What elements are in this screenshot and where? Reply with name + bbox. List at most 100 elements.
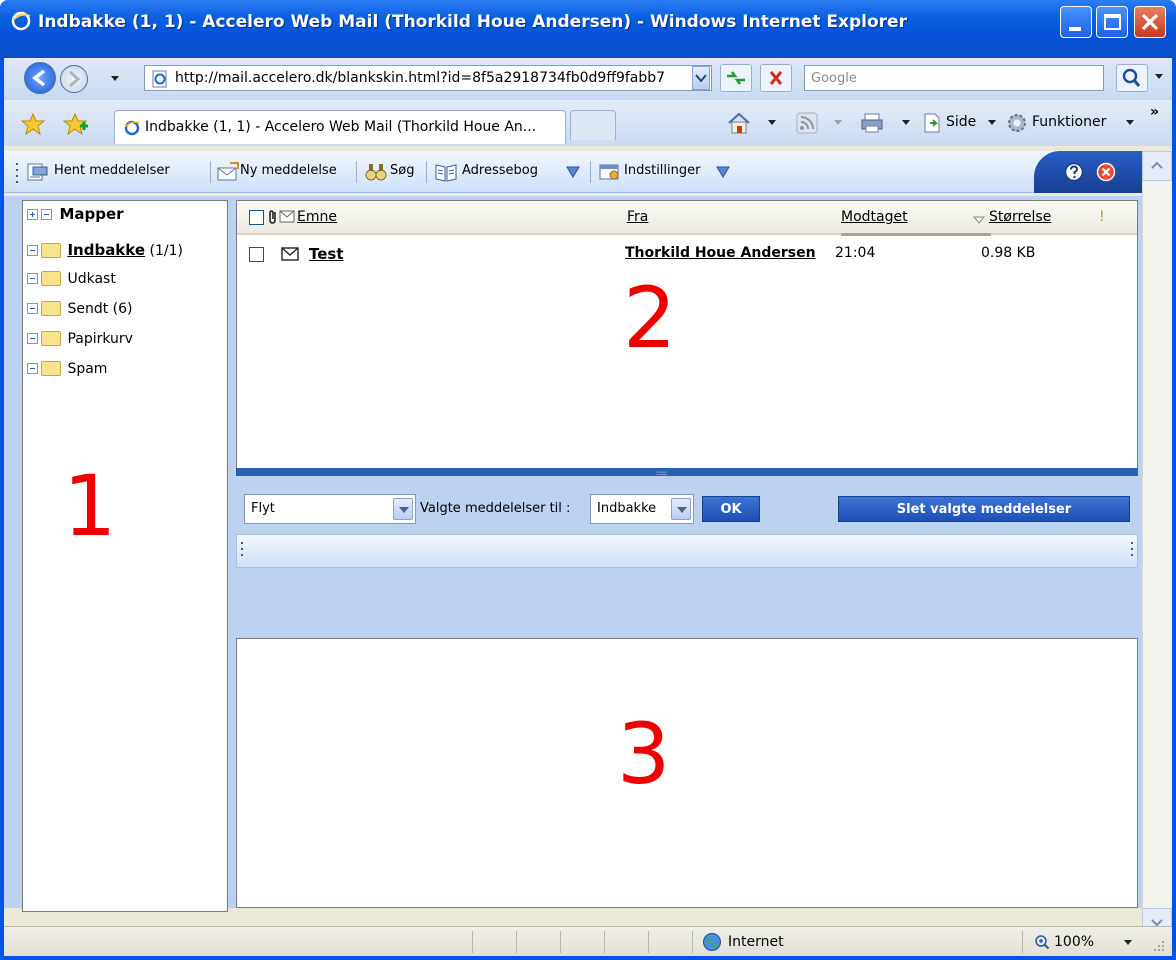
print-dropdown-icon[interactable]: [902, 120, 910, 126]
settings-dropdown-icon[interactable]: [716, 165, 730, 179]
add-favorites-icon[interactable]: [62, 112, 88, 136]
tree-toggle-icon[interactable]: [27, 273, 38, 284]
refresh-icon: [727, 71, 745, 85]
feeds-icon[interactable]: [796, 112, 818, 134]
search-button[interactable]: [1116, 64, 1148, 92]
home-dropdown-icon[interactable]: [768, 120, 776, 126]
close-button[interactable]: [1134, 6, 1166, 38]
history-dropdown-icon[interactable]: [110, 75, 120, 83]
search-field[interactable]: Google: [804, 65, 1104, 91]
status-divider: [560, 931, 561, 953]
favorites-star-icon[interactable]: [20, 112, 46, 136]
folder-item-sent[interactable]: Sendt (6): [27, 301, 132, 317]
back-button[interactable]: [24, 62, 56, 94]
tree-toggle-icon[interactable]: [27, 333, 38, 344]
tab-row: Indbakke (1, 1) - Accelero Web Mail (Tho…: [4, 100, 1172, 146]
tab-inbox[interactable]: Indbakke (1, 1) - Accelero Web Mail (Tho…: [114, 110, 566, 144]
maximize-button[interactable]: [1096, 6, 1128, 38]
get-messages-label: Hent meddelelser: [54, 163, 170, 178]
page-menu-icon: [924, 113, 940, 133]
search-icon: [1122, 68, 1141, 87]
page-scrollbar[interactable]: [1142, 181, 1172, 908]
address-book-dropdown-icon[interactable]: [566, 165, 580, 179]
folder-item-trash[interactable]: Papirkurv: [27, 331, 133, 347]
security-zone: Internet: [728, 934, 784, 950]
search-placeholder: Google: [811, 71, 857, 86]
folder-item-spam[interactable]: Spam: [27, 361, 107, 377]
scroll-up-button[interactable]: [1142, 151, 1172, 181]
folder-item-drafts[interactable]: Udkast: [27, 271, 116, 287]
pane-splitter[interactable]: ::::::::::: [236, 468, 1138, 477]
address-field[interactable]: http://mail.accelero.dk/blankskin.html?i…: [144, 65, 712, 91]
folder-count: (1/1): [149, 243, 183, 259]
folder-pane: Mapper Indbakke (1/1) Udkast Sendt (6) P…: [22, 200, 228, 912]
folder-icon: [41, 331, 61, 346]
action-select-value: Flyt: [251, 501, 275, 516]
message-subject[interactable]: Test: [309, 245, 344, 263]
status-divider: [604, 931, 605, 953]
home-icon[interactable]: [726, 110, 752, 136]
search-options-icon[interactable]: [1154, 73, 1164, 81]
toolbar-grip-icon: [1131, 542, 1133, 556]
tree-toggle-icon[interactable]: [27, 303, 38, 314]
column-from[interactable]: Fra: [627, 209, 648, 225]
expand-all-icon[interactable]: [27, 209, 38, 220]
toolbar-divider: [426, 161, 427, 183]
column-priority[interactable]: !: [1099, 209, 1105, 225]
splitter-grip: ::::::::::: [656, 470, 667, 477]
window-title: Indbakke (1, 1) - Accelero Web Mail (Tho…: [38, 12, 907, 32]
ok-button[interactable]: OK: [702, 496, 760, 522]
row-checkbox[interactable]: [249, 247, 264, 262]
tree-toggle-icon[interactable]: [27, 363, 38, 374]
folder-label: Udkast: [67, 271, 116, 287]
column-subject[interactable]: Emne: [297, 209, 337, 225]
select-all-checkbox[interactable]: [249, 210, 264, 225]
forward-button[interactable]: [60, 65, 88, 93]
globe-icon: [703, 933, 721, 951]
column-size[interactable]: Størrelse: [989, 209, 1051, 225]
sort-arrow-icon: [973, 216, 985, 224]
annotation-number-2: 2: [623, 269, 677, 367]
logout-icon[interactable]: [1096, 162, 1116, 182]
close-icon: [1141, 13, 1159, 31]
preview-toolbar: [236, 534, 1138, 568]
url-dropdown-button[interactable]: [692, 66, 710, 90]
print-icon[interactable]: [860, 112, 884, 134]
selected-to-label: Valgte meddelelser til :: [420, 501, 571, 516]
folder-icon: [41, 361, 61, 376]
mail-toolbar: Hent meddelelser Ny meddelelse Søg Adres…: [4, 151, 1142, 193]
folder-item-inbox[interactable]: Indbakke (1/1): [27, 241, 183, 259]
annotation-number-3: 3: [617, 705, 671, 803]
help-icon[interactable]: [1064, 162, 1084, 182]
target-folder-select[interactable]: Indbakke: [590, 494, 694, 524]
collapse-all-icon[interactable]: [41, 209, 52, 220]
settings-icon: [599, 164, 619, 180]
zoom-level: 100%: [1054, 934, 1095, 950]
refresh-button[interactable]: [720, 64, 752, 92]
minimize-button[interactable]: [1060, 6, 1092, 38]
toolbar-overflow-chevron[interactable]: »: [1150, 104, 1159, 120]
delete-selected-button[interactable]: Slet valgte meddelelser: [838, 496, 1130, 522]
column-received[interactable]: Modtaget: [841, 209, 908, 225]
message-time: 21:04: [835, 245, 876, 261]
new-tab-button[interactable]: [570, 110, 616, 140]
action-select[interactable]: Flyt: [244, 494, 416, 524]
tree-toggle-icon[interactable]: [27, 245, 38, 256]
folder-label: Sendt (6): [67, 301, 133, 317]
page-dropdown-icon: [988, 120, 996, 125]
feeds-dropdown-icon[interactable]: [834, 120, 842, 126]
title-bar[interactable]: Indbakke (1, 1) - Accelero Web Mail (Tho…: [0, 0, 1176, 60]
attachment-icon: [269, 210, 276, 224]
address-book-icon: [435, 164, 457, 182]
folder-open-icon: [41, 243, 61, 258]
browser-window: Indbakke (1, 1) - Accelero Web Mail (Tho…: [0, 0, 1176, 960]
table-row[interactable]: Test Thorkild Houe Andersen 21:04 0.98 K…: [237, 241, 1137, 269]
folders-header[interactable]: Mapper: [27, 205, 124, 223]
ie-logo-icon: [11, 11, 31, 31]
folders-title: Mapper: [59, 205, 124, 223]
message-sender[interactable]: Thorkild Houe Andersen: [625, 245, 816, 261]
new-message-label: Ny meddelelse: [240, 163, 337, 178]
resize-grip-icon[interactable]: [1152, 939, 1166, 953]
stop-button[interactable]: [760, 64, 792, 92]
toolbar-divider: [210, 161, 211, 183]
